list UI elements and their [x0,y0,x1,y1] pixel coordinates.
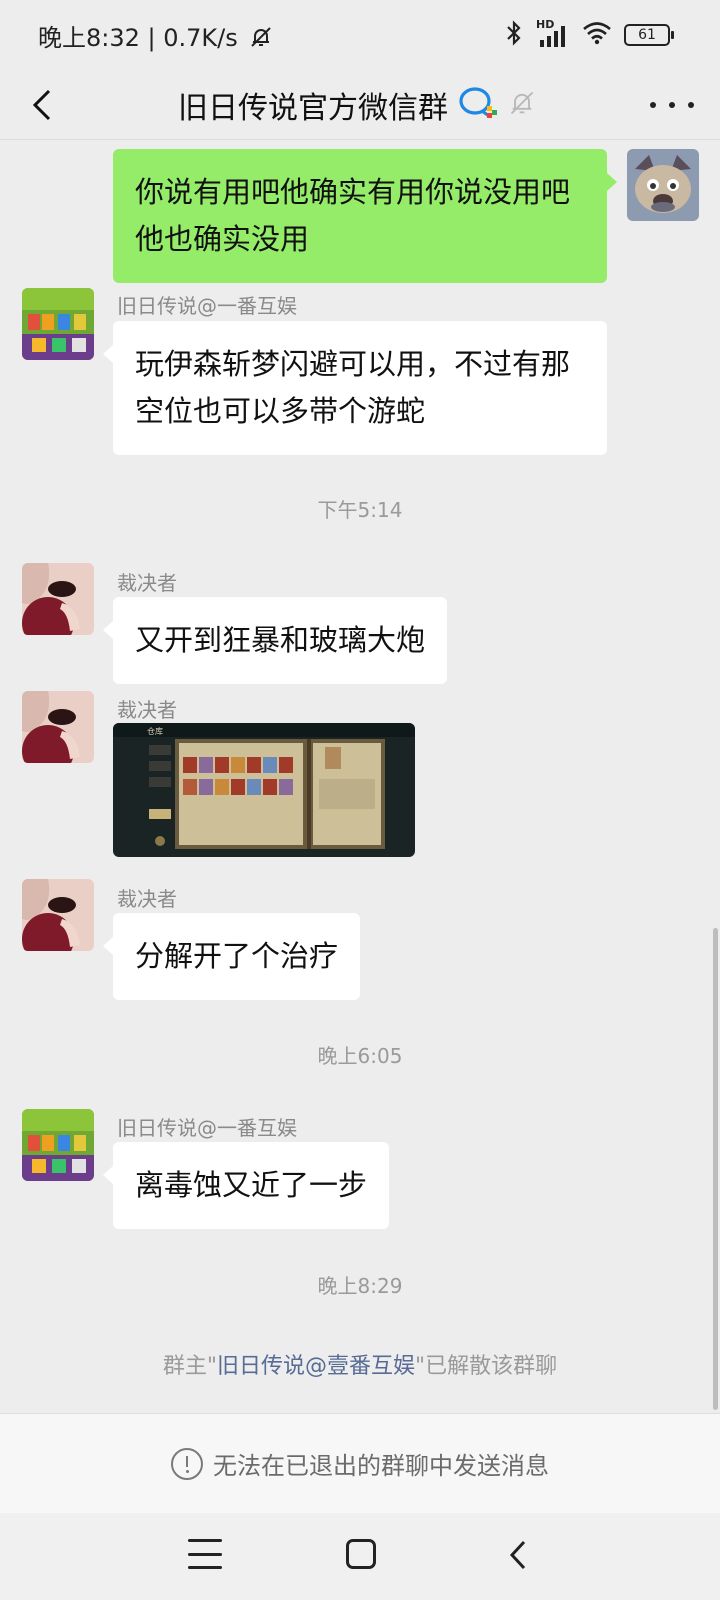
chevron-left-icon [509,1540,526,1570]
incoming-message-bubble[interactable]: 又开到狂暴和玻璃大炮 [102,597,448,684]
more-options-button[interactable] [650,90,694,120]
group-owner-link[interactable]: 旧日传说@壹番互娱 [217,1354,415,1379]
bluetooth-icon [504,20,524,50]
status-time: 晚上8:32 [38,24,140,52]
message-text: 又开到狂暴和玻璃大炮 [135,623,426,657]
status-network-speed: 0.7K/s [163,24,238,52]
scrollbar-thumb[interactable] [713,928,718,1410]
message-text: 玩伊森斩梦闪避可以用，不过有那空位也可以多带个游蛇 [135,347,571,428]
time-divider: 下午5:14 [317,498,403,522]
message-text: 分解开了个治疗 [135,939,339,973]
disabled-notice-text: 无法在已退出的群聊中发送消息 [213,1452,549,1480]
image-message[interactable]: 仓库 [113,723,415,857]
incoming-message-bubble[interactable]: 分解开了个治疗 [102,913,361,1000]
recent-apps-button[interactable] [188,1539,222,1569]
image-caption: 仓库 [147,726,163,736]
dot [669,102,675,108]
chat-title: 旧日传说官方微信群 [178,91,448,126]
info-icon [171,1447,203,1480]
sender-name: 裁决者 [117,887,177,911]
sender-avatar[interactable] [22,563,94,635]
sender-avatar[interactable] [22,691,94,763]
sender-avatar[interactable] [22,288,94,360]
menu-line [188,1566,222,1569]
sender-name: 旧日传说@一番互娱 [117,294,297,318]
dot [650,102,656,108]
menu-line [188,1552,222,1556]
sender-name: 裁决者 [117,698,177,722]
message-text: 离毒蚀又近了一步 [135,1168,368,1202]
notice-prefix: 群主" [162,1354,217,1379]
status-bar: 晚上8:32 | 0.7K/s HD 61 [0,0,720,70]
back-button[interactable] [22,84,62,126]
battery-icon: 61 [624,24,674,46]
incoming-message-bubble[interactable]: 离毒蚀又近了一步 [102,1142,390,1229]
status-divider: | [147,24,164,52]
mute-bell-icon [508,89,536,121]
home-button[interactable] [346,1539,376,1569]
title-group: 旧日传说官方微信群 [178,82,536,128]
disabled-notice: 无法在已退出的群聊中发送消息 [0,1446,720,1481]
outgoing-message-bubble[interactable]: 你说有用吧他确实有用你说没用吧他也确实没用 [113,149,617,283]
sender-name: 裁决者 [117,571,177,595]
mute-bell-icon [249,25,273,55]
nav-bar: 旧日传说官方微信群 [0,70,720,140]
status-left: 晚上8:32 | 0.7K/s [38,18,273,55]
message-text: 你说有用吧他确实有用你说没用吧他也确实没用 [135,175,571,256]
time-divider: 晚上6:05 [317,1044,403,1068]
wifi-icon [582,21,612,49]
system-back-button[interactable] [498,1535,538,1575]
status-right: HD 61 [504,18,674,50]
system-navigation-bar [0,1513,720,1600]
dot [688,102,694,108]
enterprise-chat-icon [458,86,498,124]
incoming-message-bubble[interactable]: 玩伊森斩梦闪避可以用，不过有那空位也可以多带个游蛇 [103,321,607,455]
time-divider: 晚上8:29 [317,1274,403,1298]
menu-line [188,1539,222,1542]
cellular-signal-icon: HD [536,18,570,48]
group-dissolved-notice: 群主"旧日传说@壹番互娱"已解散该群聊 [0,1348,720,1380]
notice-suffix: "已解散该群聊 [415,1354,558,1379]
input-area-disabled: 无法在已退出的群聊中发送消息 [0,1413,720,1513]
sender-name: 旧日传说@一番互娱 [117,1116,297,1140]
sender-avatar[interactable] [22,879,94,951]
chevron-left-icon [32,89,51,121]
sender-avatar[interactable] [22,1109,94,1181]
my-avatar[interactable] [627,149,699,221]
